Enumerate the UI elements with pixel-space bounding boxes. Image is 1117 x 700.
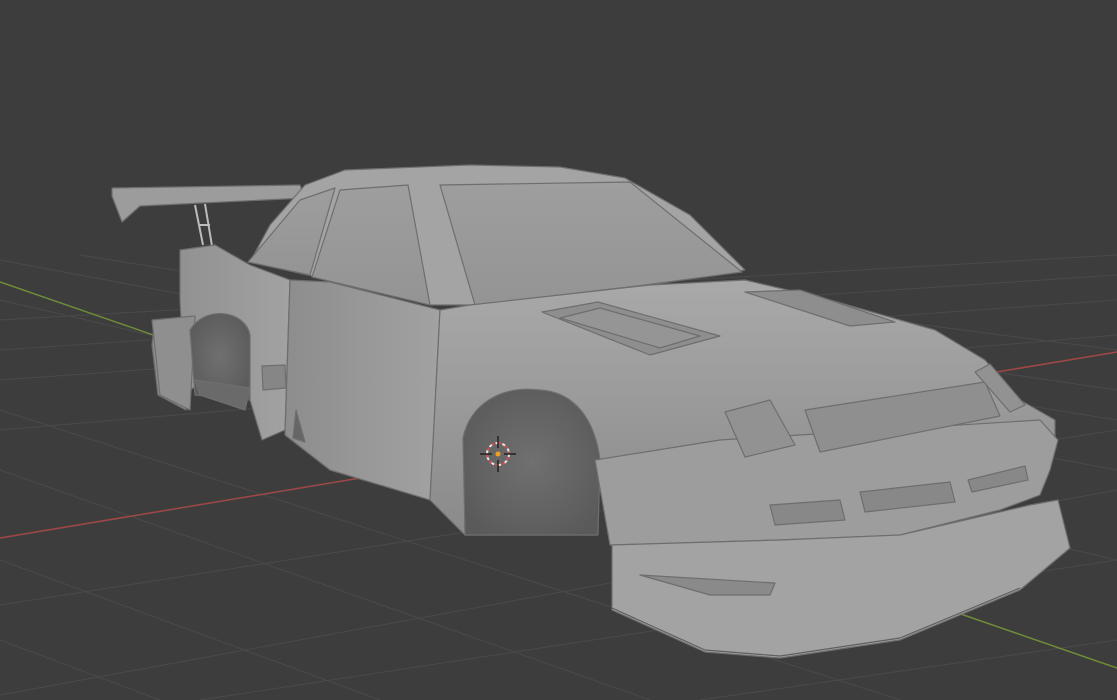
3d-viewport[interactable] [0,0,1117,700]
rear-wing [111,184,306,223]
viewport-canvas[interactable] [0,0,1117,700]
car-body-mesh[interactable] [111,164,1071,659]
front-wheel-arch [462,388,601,536]
door-panel [284,279,441,501]
